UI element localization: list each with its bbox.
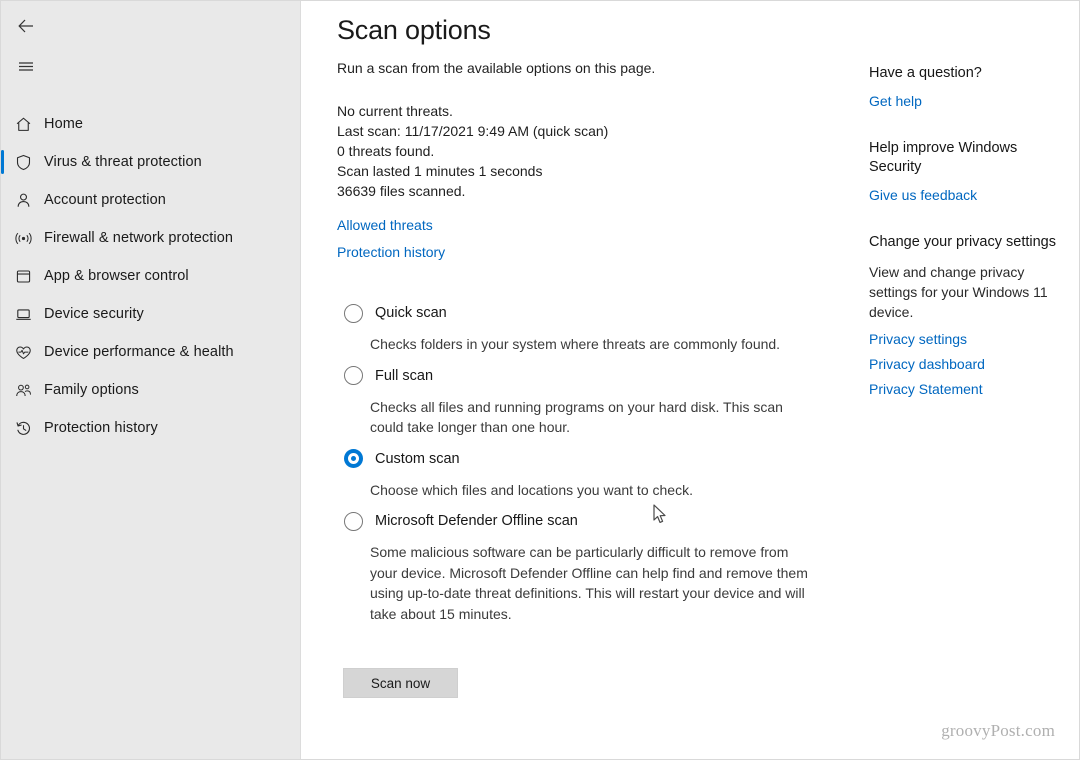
status-links: Allowed threats Protection history: [337, 217, 844, 271]
wifi-icon: [9, 229, 37, 248]
sidebar-item-home[interactable]: Home: [1, 105, 300, 143]
option-description: Checks all files and running programs on…: [370, 398, 783, 436]
section-heading: Help improve Windows Security: [869, 140, 1018, 175]
section-heading: Change your privacy settings: [869, 234, 1056, 250]
custom-scan-radio[interactable]: [344, 449, 363, 468]
section-text: View and change privacy settings for you…: [869, 264, 1048, 320]
option-description: Checks folders in your system where thre…: [370, 336, 781, 352]
option-description: Choose which files and locations you wan…: [370, 481, 693, 498]
help-section-feedback: Help improve Windows Security Give us fe…: [869, 139, 1063, 203]
scan-options-content: Scan options Run a scan from the availab…: [301, 1, 844, 759]
sidebar-item-device-security[interactable]: Device security: [1, 295, 300, 333]
back-arrow-icon: [18, 19, 33, 33]
sidebar-item-device-performance-health[interactable]: Device performance & health: [1, 333, 300, 371]
sidebar-item-label: App & browser control: [44, 268, 189, 284]
option-description: Some malicious software can be particula…: [370, 544, 808, 622]
navigation-sidebar: Home Virus & threat protection Account p…: [1, 1, 301, 759]
option-label: Quick scan: [375, 305, 447, 321]
home-icon: [9, 115, 37, 134]
full-scan-radio-row[interactable]: Full scan: [337, 364, 844, 388]
person-icon: [9, 191, 37, 210]
back-button[interactable]: [3, 9, 49, 43]
option-label: Full scan: [375, 367, 434, 384]
option-label: Custom scan: [375, 450, 460, 467]
help-section-privacy: Change your privacy settings View and ch…: [869, 233, 1063, 397]
section-heading: Have a question?: [869, 65, 982, 81]
help-section-question: Have a question? Get help: [869, 64, 1063, 109]
sidebar-item-protection-history[interactable]: Protection history: [1, 409, 300, 447]
heart-pulse-icon: [9, 343, 37, 362]
windows-security-window: Home Virus & threat protection Account p…: [0, 0, 1080, 760]
help-right-panel: Have a question? Get help Help improve W…: [844, 1, 1079, 759]
offline-scan-radio[interactable]: [344, 511, 363, 531]
sidebar-item-virus-threat-protection[interactable]: Virus & threat protection: [1, 143, 300, 181]
option-quick-scan: Quick scan Checks folders in your system…: [337, 301, 844, 355]
give-us-feedback-link[interactable]: Give us feedback: [869, 187, 1063, 203]
scan-status-block: No current threats. Last scan: 11/17/202…: [337, 101, 844, 201]
privacy-dashboard-link[interactable]: Privacy dashboard: [869, 356, 1063, 372]
allowed-threats-link[interactable]: Allowed threats: [337, 217, 433, 233]
sidebar-item-label: Account protection: [44, 192, 166, 208]
sidebar-item-app-browser-control[interactable]: App & browser control: [1, 257, 300, 295]
status-line: Scan lasted 1 minutes 1 seconds: [337, 163, 543, 179]
sidebar-item-label: Firewall & network protection: [44, 230, 234, 246]
status-line: Last scan: 11/17/2021 9:49 AM (quick sca…: [337, 123, 609, 139]
watermark: groovyPost.com: [941, 721, 1055, 740]
protection-history-link[interactable]: Protection history: [337, 244, 445, 260]
get-help-link[interactable]: Get help: [869, 93, 1063, 109]
quick-scan-radio[interactable]: [344, 303, 363, 323]
sidebar-item-label: Home: [44, 116, 84, 132]
sidebar-item-label: Protection history: [44, 420, 158, 436]
laptop-icon: [9, 305, 37, 324]
status-line: 36639 files scanned.: [337, 183, 466, 199]
people-icon: [9, 381, 37, 400]
main-area: Scan options Run a scan from the availab…: [301, 1, 1079, 759]
sidebar-item-firewall-network-protection[interactable]: Firewall & network protection: [1, 219, 300, 257]
history-clock-icon: [9, 419, 37, 438]
sidebar-item-label: Virus & threat protection: [44, 154, 202, 170]
quick-scan-radio-row[interactable]: Quick scan: [337, 301, 844, 325]
sidebar-item-label: Device performance & health: [44, 344, 234, 360]
option-custom-scan: Custom scan Choose which files and locat…: [337, 447, 844, 501]
sidebar-item-label: Device security: [44, 306, 144, 322]
sidebar-nav-list: Home Virus & threat protection Account p…: [1, 105, 300, 447]
privacy-settings-link[interactable]: Privacy settings: [869, 331, 1063, 347]
option-full-scan: Full scan Checks all files and running p…: [337, 364, 844, 438]
option-label: Microsoft Defender Offline scan: [375, 513, 578, 529]
page-title: Scan options: [337, 15, 491, 45]
hamburger-icon: [19, 62, 33, 71]
sidebar-item-family-options[interactable]: Family options: [1, 371, 300, 409]
privacy-statement-link[interactable]: Privacy Statement: [869, 381, 1063, 397]
menu-button[interactable]: [3, 49, 49, 83]
status-line: 0 threats found.: [337, 143, 435, 159]
full-scan-radio[interactable]: [344, 366, 363, 385]
offline-scan-radio-row[interactable]: Microsoft Defender Offline scan: [337, 509, 844, 533]
app-window-icon: [9, 267, 37, 286]
custom-scan-radio-row[interactable]: Custom scan: [337, 447, 844, 471]
sidebar-item-label: Family options: [44, 382, 139, 398]
status-line: No current threats.: [337, 103, 453, 119]
page-subtitle: Run a scan from the available options on…: [337, 60, 656, 76]
scan-now-button[interactable]: Scan now: [343, 668, 458, 698]
scan-options-radio-group: Quick scan Checks folders in your system…: [337, 301, 844, 624]
sidebar-item-account-protection[interactable]: Account protection: [1, 181, 300, 219]
option-defender-offline-scan: Microsoft Defender Offline scan Some mal…: [337, 509, 844, 624]
shield-icon: [9, 153, 37, 172]
